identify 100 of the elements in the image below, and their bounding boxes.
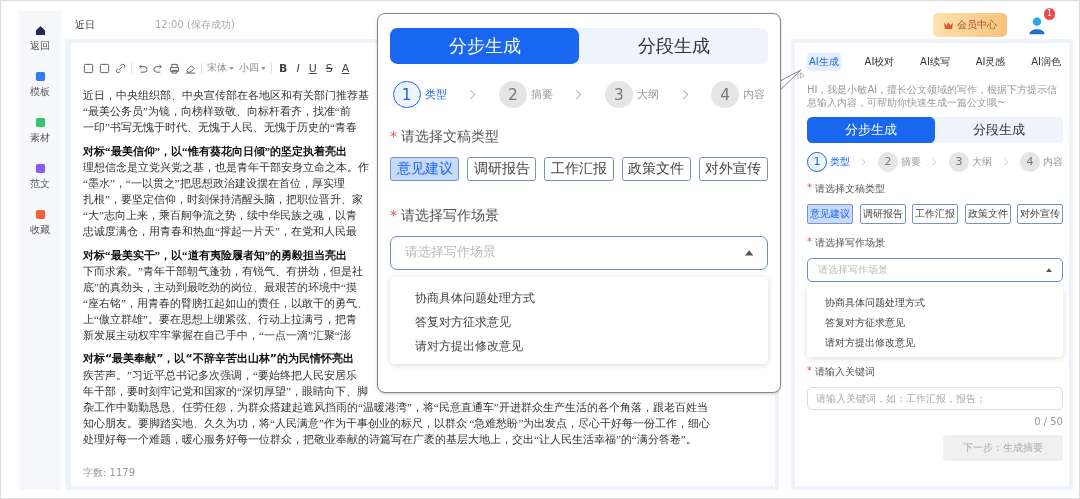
step-item: 3 大纲 [605,80,659,109]
chevron-icon [1003,157,1009,166]
type-chip[interactable]: 工作汇报 [544,157,614,182]
sidebar-item[interactable]: 范文 [30,163,50,191]
mode-tab[interactable]: 分段生成 [579,28,768,64]
mode-tab[interactable]: 分步生成 [807,117,935,143]
mode-tab[interactable]: 分步生成 [390,28,579,64]
text-line: 底”的真劲头，主动到最吃劲的岗位、最艰苦的环境中“摸 [83,280,357,295]
field-label: 请输入关键词 [815,364,875,379]
mode-tab[interactable]: 分段生成 [935,117,1063,143]
text-line: 处理好每一个难题，暖心服务好每一位群众，把敬业奉献的诗篇写在广袤的基层大地上，交出“让人民生活幸福”的“满分答卷”。 [83,432,697,447]
crown-icon [943,20,954,30]
text-line: 疾苦声。”习近平总书记多次强调，“要始终把人民安居乐 [83,368,357,383]
step-item: 1 类型 [807,151,850,172]
dropdown-option[interactable]: 答复对方征求意见 [825,312,1045,333]
type-chip[interactable]: 政策文件 [621,157,691,182]
sidebar-item[interactable]: 收藏 [30,209,50,237]
nav-icon [34,71,46,82]
required-mark: * [807,235,812,249]
text-line: 理想信念是立党兴党之基，也是青年干部安身立命之本。作 [83,160,369,175]
type-chip[interactable]: 调研报告 [859,203,906,224]
nav-icon [34,117,46,128]
link-icon[interactable] [115,62,126,74]
text-line: 新发展主动权牢牢掌握在自己手中，“一点一滴”汇聚“澎 [83,328,351,343]
sidebar-item[interactable]: 返回 [30,25,50,53]
type-chip[interactable]: 工作汇报 [912,203,958,224]
type-chip[interactable]: 调研报告 [467,157,537,182]
step-item: 2 摘要 [498,80,553,109]
collapse-icon[interactable] [797,71,806,80]
word-count: 字数: 1179 [83,466,135,480]
chevron-icon [469,88,477,101]
nav-icon [34,163,46,174]
font-select[interactable]: 宋体 [207,61,234,75]
caret-icon [744,250,753,256]
save-status: 12:00 (保存成功) [155,18,235,32]
caret-icon [261,66,266,70]
required-mark: * [390,128,397,146]
nav-icon [34,209,46,220]
document-title: 近日 [75,18,95,32]
panel-tab[interactable]: AI生成 [807,53,841,71]
format-button[interactable]: S [323,61,335,75]
keyword-field[interactable]: 请输入关键词，如：工作汇报，报告； [807,386,1063,410]
sidebar-item[interactable]: 模板 [30,71,50,99]
format-button[interactable]: A [339,61,352,75]
required-mark: * [807,181,812,195]
text-line: 对标“最美实干”，以“道有夷险履者知”的勇毅担当亮出 [83,248,347,263]
type-chip[interactable]: 意见建议 [807,203,853,224]
step-item: 4 内容 [1020,151,1063,172]
type-chip[interactable]: 政策文件 [964,203,1011,224]
required-mark: * [807,364,812,378]
character-counter: 0 / 50 [1033,415,1063,427]
type-chip[interactable]: 对外宣传 [1017,203,1063,224]
text-line: “墨水”，“一以贯之”把思想政治建设摆在首位，厚实理 [83,176,345,191]
step-item: 2 摘要 [878,151,921,172]
type-chip[interactable]: 对外宣传 [698,157,768,182]
field-label: 请选择写作场景 [815,235,885,250]
text-line: 下而求索。”青年干部朝气蓬勃，有锐气、有拼劲，但是社 [83,264,363,279]
undo-icon[interactable] [137,62,148,74]
field-label: 请选择写作场景 [401,206,500,225]
panel-tab[interactable]: AI润色 [1029,53,1063,71]
chevron-icon [932,157,938,166]
chevron-icon [575,88,583,101]
text-line: 杂工作中勤勤恳恳、任劳任怨，为群众搭建起遮风挡雨的“温暖港湾”，将“民意直通车”开进群众生产生活的各个角落，跟老百姓当 [83,400,708,415]
format-button[interactable]: B [277,61,290,75]
panel-tab[interactable]: AI灵感 [973,53,1008,71]
caret-icon [229,66,234,70]
dropdown-option[interactable]: 协商具体问题处理方式 [825,292,1045,313]
panel-tab[interactable]: AI续写 [918,53,952,71]
text-line: 扎根”，要坚定信仰，时刻保持清醒头脑，把职位晋升、家 [83,192,363,207]
dropdown-option[interactable]: 请对方提出修改意见 [415,334,743,359]
type-chip[interactable]: 意见建议 [390,157,460,182]
chevron-icon [681,88,689,101]
text-line: 忠诚度满仓，用青春和热血“撑起一片天”，在党和人民最 [83,224,357,239]
text-line: 年干部，要时刻牢记党和国家的“深切厚望”，眼睛向下、脚 [83,384,368,399]
dropdown-option[interactable]: 答复对方征求意见 [415,309,743,335]
format-button[interactable]: U [306,61,319,75]
sidebar-item[interactable]: 素材 [30,117,50,145]
required-mark: * [390,206,397,225]
text-line: 上“傲立群雄”。要在思想上绷紧弦、行动上拉满弓，把青 [83,312,357,327]
text-line: 对标“最美信仰”，以“惟有葵花向日倾”的坚定执着亮出 [83,144,347,159]
erase-icon[interactable] [185,62,196,74]
field-label: 请选择文稿类型 [815,181,885,196]
redo-icon[interactable] [153,62,164,74]
text-line: 对标“最美奉献”，以“不辞辛苦出山林”的为民情怀亮出 [83,351,354,367]
step-item: 4 内容 [711,80,766,109]
member-center-button[interactable]: 会员中心 [933,13,1007,37]
dropdown-option[interactable]: 协商具体问题处理方式 [415,285,743,310]
text-line: 近日，中央组织部、中央宣传部在各地区和有关部门推荐基 [83,88,369,103]
text-line: 一印”书写无愧于时代、无愧于人民、无愧于历史的“青春 [83,120,357,135]
panel-tab[interactable]: AI校对 [862,53,897,71]
step-item: 3 大纲 [949,151,992,172]
text-line: “最美公务员”为镜，向榜样致敬、向标杆看齐，找准“前 [83,104,351,119]
nav-icon [34,25,46,36]
notification-badge: 1 [1043,8,1055,20]
step-item: 1 类型 [392,80,447,109]
format-button[interactable]: I [294,61,302,75]
dropdown-option[interactable]: 请对方提出修改意见 [825,332,1045,353]
print-icon[interactable] [169,62,180,74]
size-select[interactable]: 小四 [239,61,266,75]
text-line: “大”志向上来，乘百舸争流之势，续中华民族之魂，以青 [83,208,357,223]
